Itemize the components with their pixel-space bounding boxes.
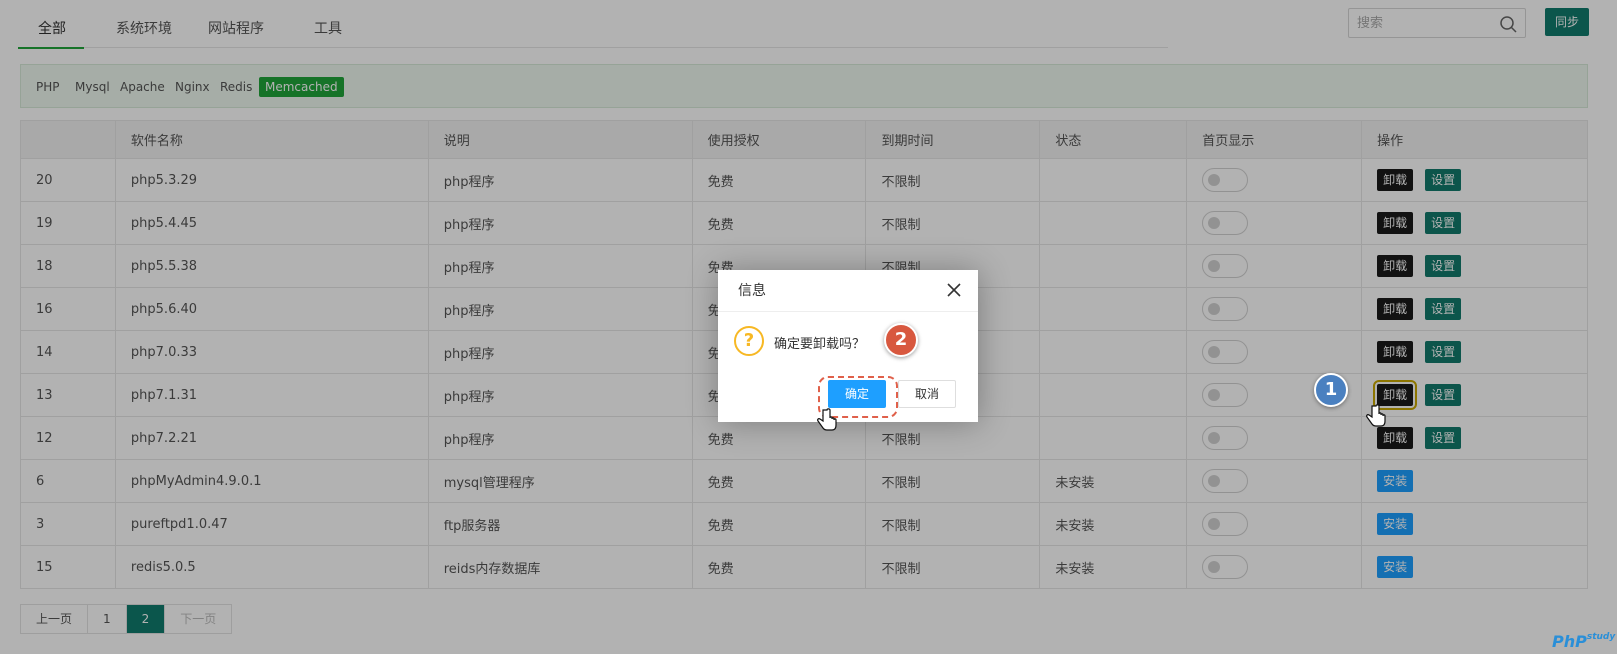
- hand-cursor-icon: [817, 408, 837, 431]
- hand-cursor-icon: [1366, 404, 1386, 427]
- page: 全部 系统环境 网站程序 工具 同步 PHP Mysql Apache Ngin…: [0, 0, 1617, 654]
- question-icon: ?: [734, 326, 764, 356]
- step-1-badge: 1: [1314, 373, 1348, 407]
- step-2-badge: 2: [884, 323, 918, 357]
- cancel-button[interactable]: 取消: [898, 380, 956, 408]
- dialog-message: 确定要卸载吗？: [774, 337, 866, 352]
- close-icon[interactable]: [946, 282, 962, 298]
- dialog-title: 信息: [718, 270, 978, 312]
- watermark-logo: PhPstudy: [1552, 632, 1616, 651]
